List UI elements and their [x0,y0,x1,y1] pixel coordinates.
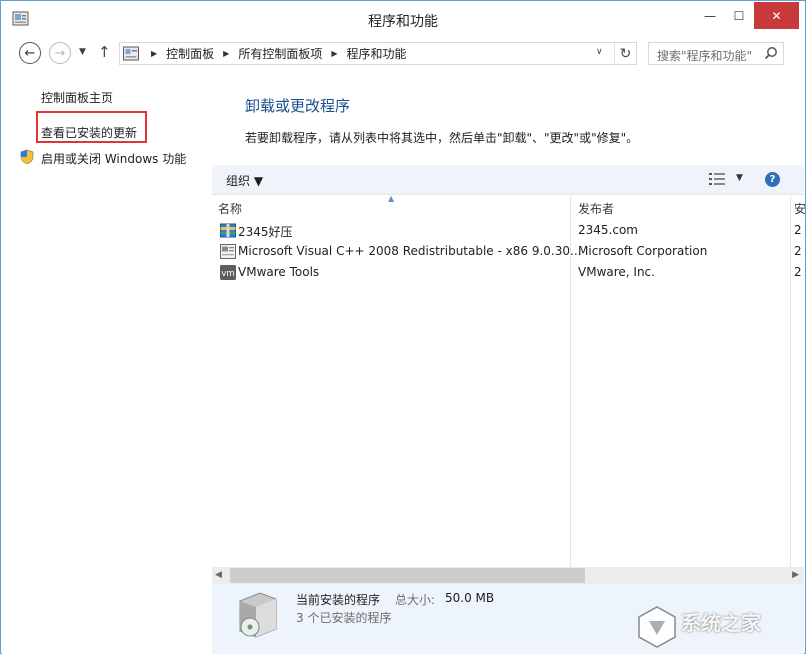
archive-icon [220,223,236,238]
installed-count: 3 个已安装的程序 [296,611,392,625]
uac-shield-icon [20,149,34,165]
refresh-button[interactable]: ↻ [614,43,636,64]
program-list[interactable]: ▲ 名称 发布者 安 2345好压 2345.com 2 Microsoft V… [212,194,806,567]
organize-menu-button[interactable]: 组织 ▼ [226,172,263,189]
details-view-icon[interactable] [709,173,725,186]
scrollbar-thumb[interactable] [230,568,585,583]
table-row[interactable]: 2345好压 2345.com 2 [212,220,804,241]
software-package-icon [239,592,277,638]
scroll-right-button[interactable]: ▶ [792,570,799,580]
page-title: 卸载或更改程序 [245,97,351,115]
sort-ascending-icon: ▲ [388,194,395,203]
close-button[interactable]: ✕ [754,2,799,29]
window-frame: 程序和功能 — ☐ ✕ ← → ▼ ↑ ▶ 控制面板 ▶ 所有控制面板项 ▶ 程… [0,0,806,654]
forward-button[interactable]: → [49,42,71,64]
search-icon[interactable] [764,46,778,60]
svg-text:vm: vm [221,269,234,279]
total-size-label: 总大小: [395,593,436,607]
breadcrumb: ▶ 控制面板 ▶ 所有控制面板项 ▶ 程序和功能 [142,43,407,64]
total-size-value: 50.0 MB [445,591,495,605]
views-dropdown[interactable]: ▼ [736,173,743,183]
recent-locations-dropdown[interactable]: ▼ [79,47,86,57]
program-installed-on: 2 [794,223,802,237]
breadcrumb-all-items[interactable]: 所有控制面板项 [238,45,322,62]
column-header-installed-on[interactable]: 安 [794,200,806,217]
address-bar[interactable]: ▶ 控制面板 ▶ 所有控制面板项 ▶ 程序和功能 ∨ ↻ [119,42,637,65]
breadcrumb-separator-icon[interactable]: ▶ [331,49,337,58]
search-input[interactable]: 搜索"程序和功能" [648,42,784,65]
program-installed-on: 2 [794,244,802,258]
program-publisher: Microsoft Corporation [578,244,708,258]
help-icon[interactable]: ? [765,172,780,187]
title-bar[interactable]: 程序和功能 — ☐ ✕ [1,1,805,37]
breadcrumb-separator-icon[interactable]: ▶ [151,49,157,58]
breadcrumb-programs[interactable]: 程序和功能 [347,45,407,62]
up-button[interactable]: ↑ [98,43,111,61]
program-publisher: 2345.com [578,223,638,237]
details-title: 当前安装的程序 [296,593,381,607]
program-name: Microsoft Visual C++ 2008 Redistributabl… [238,244,582,258]
breadcrumb-control-panel[interactable]: 控制面板 [166,45,214,62]
control-panel-home-link[interactable]: 控制面板主页 [41,89,113,106]
program-publisher: VMware, Inc. [578,265,655,279]
watermark-logo-icon [638,606,676,648]
address-history-dropdown[interactable]: ∨ [596,47,603,57]
program-name: 2345好压 [238,225,293,239]
command-bar: 组织 ▼ ▼ ? [212,165,804,195]
minimize-button[interactable]: — [696,2,724,29]
vmware-icon: vm [220,265,236,280]
tasks-pane: 控制面板主页 查看已安装的更新 启用或关闭 Windows 功能 [2,71,212,654]
breadcrumb-separator-icon[interactable]: ▶ [223,49,229,58]
windows-features-link[interactable]: 启用或关闭 Windows 功能 [41,150,186,167]
watermark-text: 系统之家 [681,611,761,635]
column-header-publisher[interactable]: 发布者 [578,200,614,222]
horizontal-scrollbar[interactable]: ◀ ▶ [212,567,804,584]
scroll-left-button[interactable]: ◀ [215,570,222,580]
window-title: 程序和功能 [368,14,438,30]
program-installed-on: 2 [794,265,802,279]
installer-icon [220,244,236,259]
program-name: VMware Tools [238,265,320,279]
maximize-button[interactable]: ☐ [724,2,754,29]
navigation-bar: ← → ▼ ↑ ▶ 控制面板 ▶ 所有控制面板项 ▶ 程序和功能 ∨ ↻ 搜索"… [1,37,805,71]
table-row[interactable]: Microsoft Visual C++ 2008 Redistributabl… [212,241,804,262]
page-description: 若要卸载程序，请从列表中将其选中，然后单击"卸载"、"更改"或"修复"。 [245,131,639,145]
search-placeholder: 搜索"程序和功能" [657,49,753,63]
table-row[interactable]: vm VMware Tools VMware, Inc. 2 [212,262,804,283]
back-button[interactable]: ← [19,42,41,64]
view-installed-updates-link[interactable]: 查看已安装的更新 [41,124,137,141]
control-panel-icon [123,46,139,61]
site-watermark: 系统之家 [629,601,805,653]
column-header-name[interactable]: 名称 [218,200,242,222]
